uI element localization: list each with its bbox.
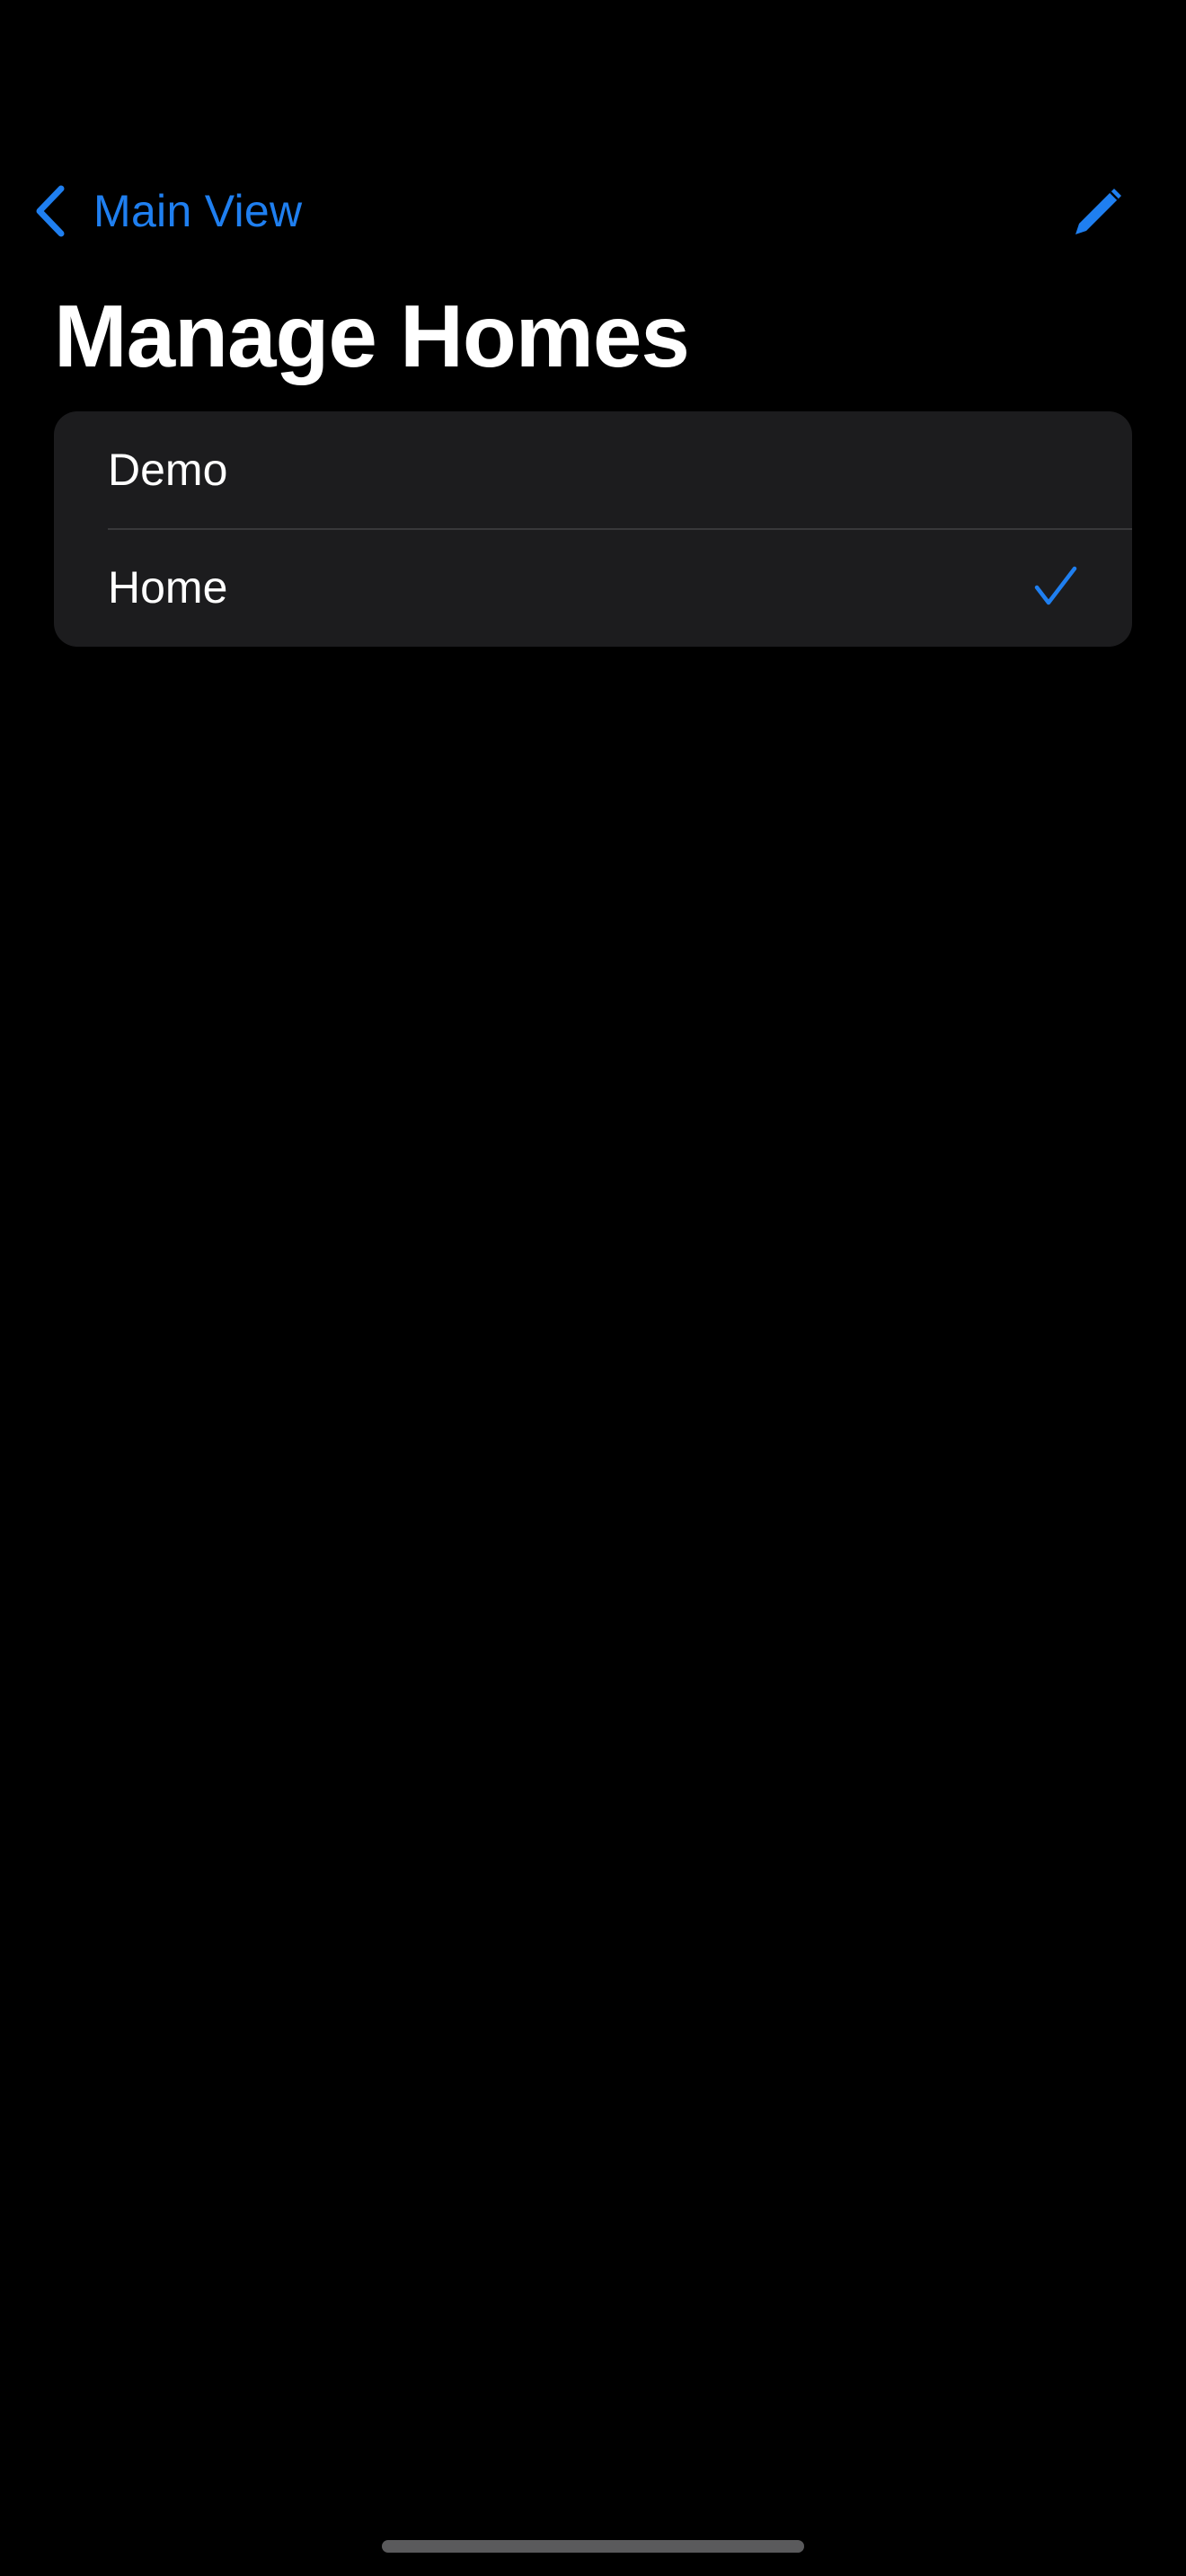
pencil-icon — [1075, 189, 1121, 234]
page-title: Manage Homes — [54, 287, 690, 385]
navigation-bar: Main View — [0, 162, 1186, 260]
homes-list: Demo Home — [54, 411, 1132, 647]
home-row-demo[interactable]: Demo — [54, 411, 1132, 530]
home-indicator[interactable] — [382, 2540, 804, 2553]
edit-button[interactable] — [1071, 183, 1127, 239]
chevron-left-icon — [36, 185, 65, 237]
checkmark-icon — [1034, 566, 1077, 605]
home-row-home[interactable]: Home — [54, 529, 1132, 647]
back-button[interactable]: Main View — [32, 181, 302, 241]
home-row-label: Demo — [108, 445, 228, 495]
home-row-label: Home — [108, 562, 228, 613]
back-button-label: Main View — [93, 186, 303, 236]
